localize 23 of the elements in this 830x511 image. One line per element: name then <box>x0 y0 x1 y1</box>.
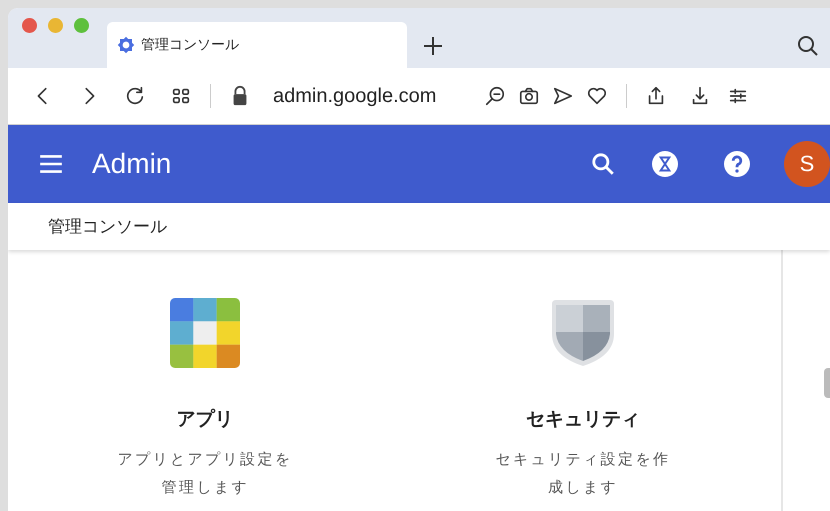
search-icon[interactable] <box>590 151 616 177</box>
scrollbar-thumb[interactable] <box>824 368 830 398</box>
card-description: アプリとアプリ設定を管理します <box>116 450 294 498</box>
heart-icon[interactable] <box>586 85 608 107</box>
camera-icon[interactable] <box>518 85 540 107</box>
account-avatar[interactable]: S <box>784 141 830 187</box>
hourglass-icon[interactable] <box>652 151 678 177</box>
help-icon[interactable] <box>724 151 750 177</box>
gear-icon <box>117 36 135 54</box>
zoom-out-icon[interactable] <box>484 85 506 107</box>
close-window-button[interactable] <box>22 18 37 32</box>
new-tab-icon[interactable] <box>421 34 445 58</box>
search-icon[interactable] <box>796 34 820 58</box>
browser-tab[interactable]: 管理コンソール <box>107 22 407 68</box>
apps-grid-icon <box>170 298 240 368</box>
card-title[interactable]: アプリ <box>176 406 234 432</box>
card-title[interactable]: セキュリティ <box>526 406 640 432</box>
card-description: セキュリティ設定を作成します <box>494 450 672 498</box>
breadcrumb[interactable]: 管理コンソール <box>48 215 167 238</box>
address-field[interactable]: admin.google.com <box>273 84 436 108</box>
send-icon[interactable] <box>552 85 574 107</box>
reload-icon[interactable] <box>124 85 146 107</box>
app-title: Admin <box>92 148 172 180</box>
